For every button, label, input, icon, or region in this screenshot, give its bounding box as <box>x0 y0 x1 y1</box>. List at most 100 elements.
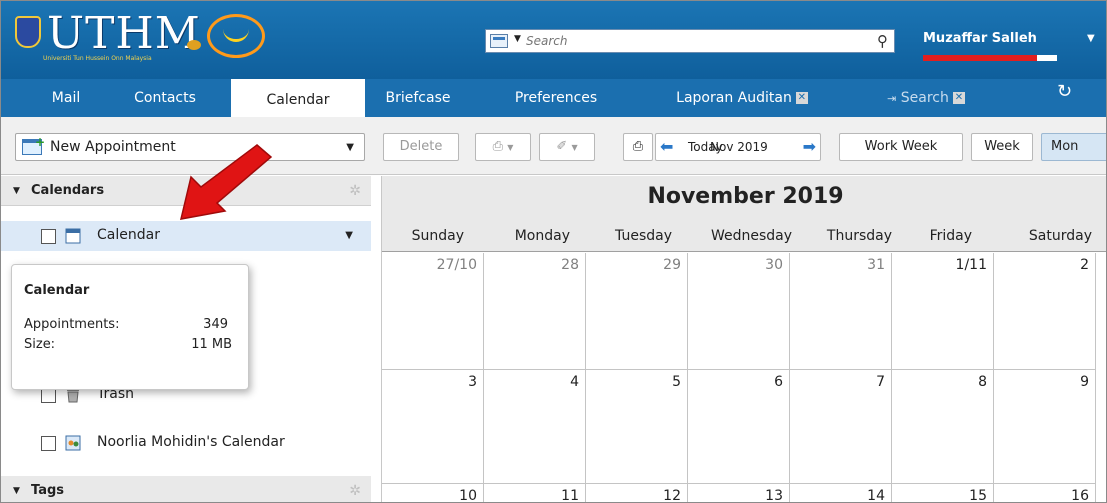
app-window: UTHM Universiti Tun Hussein Onn Malaysia… <box>0 0 1107 503</box>
next-arrow-icon[interactable]: ➡ <box>803 134 816 160</box>
search-input[interactable] <box>526 32 856 50</box>
search-type-dropdown-icon[interactable]: ▼ <box>514 34 521 44</box>
day-cell[interactable]: 7 <box>790 370 892 484</box>
search-bar: ▼ ⚲ <box>485 29 895 53</box>
dow-monday: Monday <box>514 228 570 244</box>
dow-friday: Friday <box>929 228 972 244</box>
tab-laporan-auditan-label: Laporan Auditan <box>676 90 792 106</box>
search-icon[interactable]: ⚲ <box>877 32 888 50</box>
dow-wednesday: Wednesday <box>710 228 792 244</box>
chevron-down-icon[interactable]: ▼ <box>346 142 354 153</box>
day-cell[interactable]: 15 <box>892 484 994 502</box>
tab-search-label: Search <box>900 90 949 106</box>
logo-subtitle: Universiti Tun Hussein Onn Malaysia <box>43 55 152 62</box>
calendar-item-noorlia[interactable]: Noorlia Mohidin's Calendar <box>1 428 371 458</box>
calendar-icon <box>65 228 81 244</box>
refresh-icon[interactable]: ↻ <box>1057 81 1072 102</box>
collapse-icon[interactable]: ▼ <box>13 176 20 206</box>
previous-arrow-icon[interactable]: ⬅ <box>660 134 673 160</box>
day-cell[interactable]: 9 <box>994 370 1096 484</box>
close-tab-icon[interactable]: ✕ <box>795 92 808 104</box>
close-tab-icon[interactable]: ✕ <box>952 92 965 104</box>
tag-button[interactable]: ✐ ▼ <box>539 133 595 161</box>
dow-saturday: Saturday <box>1028 228 1092 244</box>
app-tabs: Mail Contacts Calendar Briefcase Prefere… <box>1 79 1106 117</box>
day-cell[interactable]: 11 <box>484 484 586 502</box>
uthm-logo[interactable]: UTHM Universiti Tun Hussein Onn Malaysia <box>9 8 277 64</box>
chevron-down-icon: ▼ <box>507 143 514 152</box>
bee-icon <box>187 40 201 50</box>
tab-calendar[interactable]: Calendar <box>231 79 365 117</box>
noorlia-calendar-label: Noorlia Mohidin's Calendar <box>97 434 285 450</box>
dow-thursday: Thursday <box>826 228 892 244</box>
tooltip-title: Calendar <box>24 283 90 298</box>
move-icon: ⎙ <box>492 139 504 154</box>
tooltip-size-value: 11 MB <box>191 337 232 352</box>
tag-icon: ✐ <box>556 139 568 154</box>
new-appointment-label: New Appointment <box>50 139 176 155</box>
move-button[interactable]: ⎙ ▼ <box>475 133 531 161</box>
tab-mail[interactable]: Mail <box>31 79 101 117</box>
day-cell[interactable]: 10 <box>382 484 484 502</box>
logo-text: UTHM <box>47 8 201 59</box>
gear-icon[interactable]: ✲ <box>349 476 361 502</box>
day-cell[interactable]: 13 <box>688 484 790 502</box>
day-cell[interactable]: 1/11 <box>892 253 994 370</box>
gear-icon[interactable]: ✲ <box>349 176 361 206</box>
shared-calendar-icon <box>65 435 81 451</box>
delete-button[interactable]: Delete <box>383 133 459 161</box>
tooltip-appointments-label: Appointments: <box>24 317 120 332</box>
day-cell[interactable]: 14 <box>790 484 892 502</box>
tooltip-size-label: Size: <box>24 337 56 352</box>
current-period-label: Nov 2019 <box>710 140 768 154</box>
days-of-week-header: Sunday Monday Tuesday Wednesday Thursday… <box>382 220 1106 252</box>
day-cell[interactable]: 8 <box>892 370 994 484</box>
crest-icon <box>15 16 41 48</box>
day-cell[interactable]: 4 <box>484 370 586 484</box>
top-header: UTHM Universiti Tun Hussein Onn Malaysia… <box>1 1 1106 79</box>
day-cell[interactable]: 31 <box>790 253 892 370</box>
annotation-arrow-icon <box>180 144 273 220</box>
tab-search[interactable]: ⇥ Search ✕ <box>871 79 981 117</box>
day-cell[interactable]: 30 <box>688 253 790 370</box>
day-cell[interactable]: 29 <box>586 253 688 370</box>
tags-section-header[interactable]: ▼ Tags ✲ <box>1 476 371 502</box>
calendar-checkbox[interactable] <box>41 229 56 244</box>
quota-bar <box>923 55 1057 61</box>
day-cell[interactable]: 2 <box>994 253 1096 370</box>
user-menu-caret-icon[interactable]: ▼ <box>1087 33 1095 44</box>
tab-preferences[interactable]: Preferences <box>495 79 617 117</box>
week-view-button[interactable]: Week <box>971 133 1033 161</box>
tooltip-appointments-value: 349 <box>203 317 228 332</box>
chevron-down-icon: ▼ <box>571 143 578 152</box>
day-cell[interactable]: 28 <box>484 253 586 370</box>
calendar-month-view: November 2019 Sunday Monday Tuesday Wedn… <box>381 176 1106 502</box>
noorlia-checkbox[interactable] <box>41 436 56 451</box>
user-menu[interactable]: Muzaffar Salleh <box>923 31 1037 46</box>
add-icon: + <box>35 135 46 149</box>
print-icon: ⎙ <box>632 139 644 154</box>
tags-header-label: Tags <box>31 483 65 498</box>
day-cell[interactable]: 6 <box>688 370 790 484</box>
calendars-header-label: Calendars <box>31 183 105 198</box>
day-cell[interactable]: 27/10 <box>382 253 484 370</box>
work-week-view-button[interactable]: Work Week <box>839 133 963 161</box>
trash-checkbox[interactable] <box>41 388 56 403</box>
tab-briefcase[interactable]: Briefcase <box>373 79 463 117</box>
search-type-calendar-icon[interactable] <box>490 34 508 48</box>
chevron-down-icon[interactable]: ▼ <box>345 230 353 241</box>
day-cell[interactable]: 5 <box>586 370 688 484</box>
tab-laporan-auditan[interactable]: Laporan Auditan ✕ <box>647 79 837 117</box>
search-tab-icon: ⇥ <box>887 92 897 105</box>
day-cell[interactable]: 12 <box>586 484 688 502</box>
tab-contacts[interactable]: Contacts <box>115 79 215 117</box>
collapse-icon[interactable]: ▼ <box>13 476 20 502</box>
month-title: November 2019 <box>647 184 844 209</box>
month-view-button[interactable]: Mon <box>1041 133 1106 161</box>
print-button[interactable]: ⎙ <box>623 133 653 161</box>
day-cell[interactable]: 3 <box>382 370 484 484</box>
day-cell[interactable]: 16 <box>994 484 1096 502</box>
quota-fill <box>923 55 1037 61</box>
dow-sunday: Sunday <box>411 228 464 244</box>
calendar-item-label: Calendar <box>97 227 160 243</box>
